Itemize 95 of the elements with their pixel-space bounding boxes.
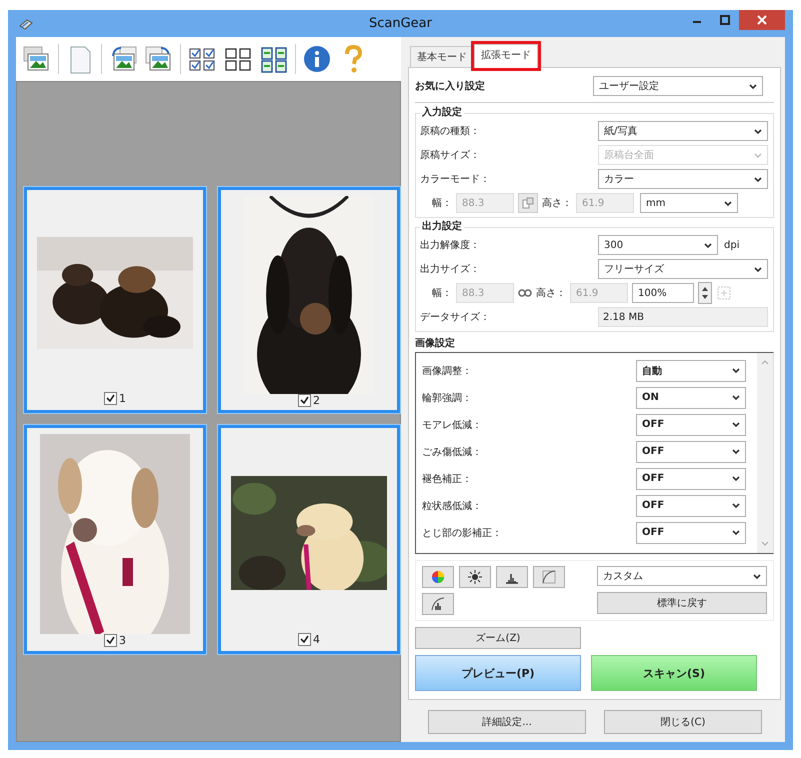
zoom-button[interactable]: ズーム(Z)	[415, 627, 581, 649]
window-title: ScanGear	[369, 16, 432, 31]
field-label: お気に入り設定	[415, 79, 486, 93]
data-size-value: 2.18 MB	[598, 307, 768, 327]
check-icon	[106, 636, 115, 645]
tone-curve-button[interactable]	[533, 566, 565, 588]
spin-button[interactable]	[698, 282, 712, 304]
checkbox[interactable]	[104, 392, 117, 404]
tab[interactable]: 拡張モード	[474, 44, 538, 68]
section-title: 画像設定	[415, 337, 456, 350]
curve-icon	[542, 570, 556, 584]
chevron-down-icon	[753, 572, 761, 580]
close-button[interactable]: 閉じる(C)	[604, 710, 762, 734]
preview-button[interactable]: プレビュー(P)	[415, 655, 581, 691]
final-check-button[interactable]	[422, 593, 454, 615]
field-label: 原稿サイズ：	[420, 148, 481, 162]
dropdown[interactable]: OFF	[636, 440, 746, 462]
spinner-icon	[701, 285, 709, 301]
brightness-icon	[468, 570, 482, 584]
checkbox[interactable]	[104, 634, 117, 647]
field-label: 高さ：	[536, 286, 566, 300]
dropdown[interactable]: OFF	[636, 494, 746, 516]
chevron-down-icon	[754, 176, 762, 182]
color-balance-button[interactable]	[422, 566, 454, 588]
field-label: ごみ傷低減：	[422, 446, 483, 458]
thumbnail-card[interactable]: 1	[24, 187, 206, 413]
dropdown[interactable]: 自動	[636, 360, 746, 382]
field-label: モアレ低減：	[422, 418, 483, 432]
chevron-down-icon	[732, 448, 740, 455]
thumbnail-card[interactable]: 4	[218, 425, 400, 654]
group-title: 入力設定	[421, 107, 463, 119]
thumbnail-number: 3	[119, 634, 126, 647]
tab[interactable]: 基本モード	[410, 46, 474, 67]
thumbnail-number: 2	[313, 394, 320, 406]
check-icon	[300, 396, 309, 404]
color-wheel-icon	[431, 570, 445, 584]
field-label: 高さ：	[542, 196, 572, 210]
field-label: 褪色補正：	[422, 472, 473, 486]
chevron-down-icon	[754, 152, 762, 158]
scan-button[interactable]: スキャン(S)	[591, 655, 757, 691]
info-icon[interactable]	[302, 44, 332, 74]
chevron-down-icon	[754, 266, 762, 272]
chain-link-icon	[518, 289, 532, 297]
dropdown[interactable]: OFF	[636, 468, 746, 490]
dropdown[interactable]: ユーザー設定	[593, 76, 763, 96]
chevron-down-icon	[732, 421, 740, 428]
field-label: 幅：	[432, 197, 452, 210]
chevron-down-icon	[732, 367, 740, 374]
thumbnail-card[interactable]: 3	[24, 425, 206, 654]
curve-histogram-icon	[431, 597, 445, 611]
field-label: 画像調整：	[422, 364, 473, 378]
dropdown[interactable]: カスタム	[597, 566, 767, 586]
thumbnail-number: 1	[119, 392, 126, 404]
field-label: 幅：	[432, 287, 452, 300]
chevron-down-icon	[732, 529, 740, 536]
field-label: 出力解像度：	[420, 238, 481, 252]
check-icon	[106, 394, 115, 402]
group-title: 出力設定	[421, 221, 463, 233]
close-icon	[757, 15, 767, 25]
check-icon	[300, 634, 309, 644]
dropdown[interactable]: ON	[636, 386, 746, 408]
field-label: 粒状感低減：	[422, 500, 483, 512]
close-button[interactable]	[739, 10, 785, 30]
chevron-down-icon	[732, 475, 740, 482]
dropdown[interactable]: OFF	[636, 414, 746, 436]
field-label: とじ部の影補正：	[422, 526, 503, 540]
histogram-button[interactable]	[496, 566, 528, 588]
field-label: 出力サイズ：	[420, 262, 481, 276]
swap-button[interactable]	[518, 193, 538, 213]
chevron-down-icon	[749, 82, 757, 90]
scanner-icon	[18, 18, 34, 30]
checkbox[interactable]	[298, 632, 311, 646]
thumbnail-card[interactable]: 2	[218, 187, 400, 413]
chevron-down-icon	[754, 128, 762, 134]
chevron-down-icon	[704, 242, 712, 248]
preferences-button[interactable]: 詳細設定...	[428, 710, 586, 734]
field-label: カラーモード：	[420, 173, 491, 186]
field-label: 輪郭強調：	[422, 392, 473, 404]
field-label: データサイズ：	[420, 311, 491, 324]
swap-icon	[522, 197, 534, 209]
chevron-down-icon	[732, 502, 740, 509]
field-label: 原稿の種類：	[420, 124, 481, 138]
thumbnail-number: 4	[313, 632, 320, 646]
dropdown[interactable]: フリーサイズ	[598, 259, 768, 279]
checkbox[interactable]	[298, 394, 311, 406]
dropdown[interactable]: 300	[598, 235, 718, 255]
dropdown[interactable]: カラー	[598, 169, 768, 189]
reset-button[interactable]: 標準に戻す	[597, 592, 767, 614]
unit-label: dpi	[724, 240, 740, 250]
chevron-down-icon	[732, 394, 740, 401]
brightness-button[interactable]	[459, 566, 491, 588]
maximize-icon	[720, 15, 730, 25]
dropdown[interactable]: OFF	[636, 522, 746, 544]
chevron-down-icon	[724, 200, 732, 206]
dropdown[interactable]: 紙/写真	[598, 121, 768, 141]
